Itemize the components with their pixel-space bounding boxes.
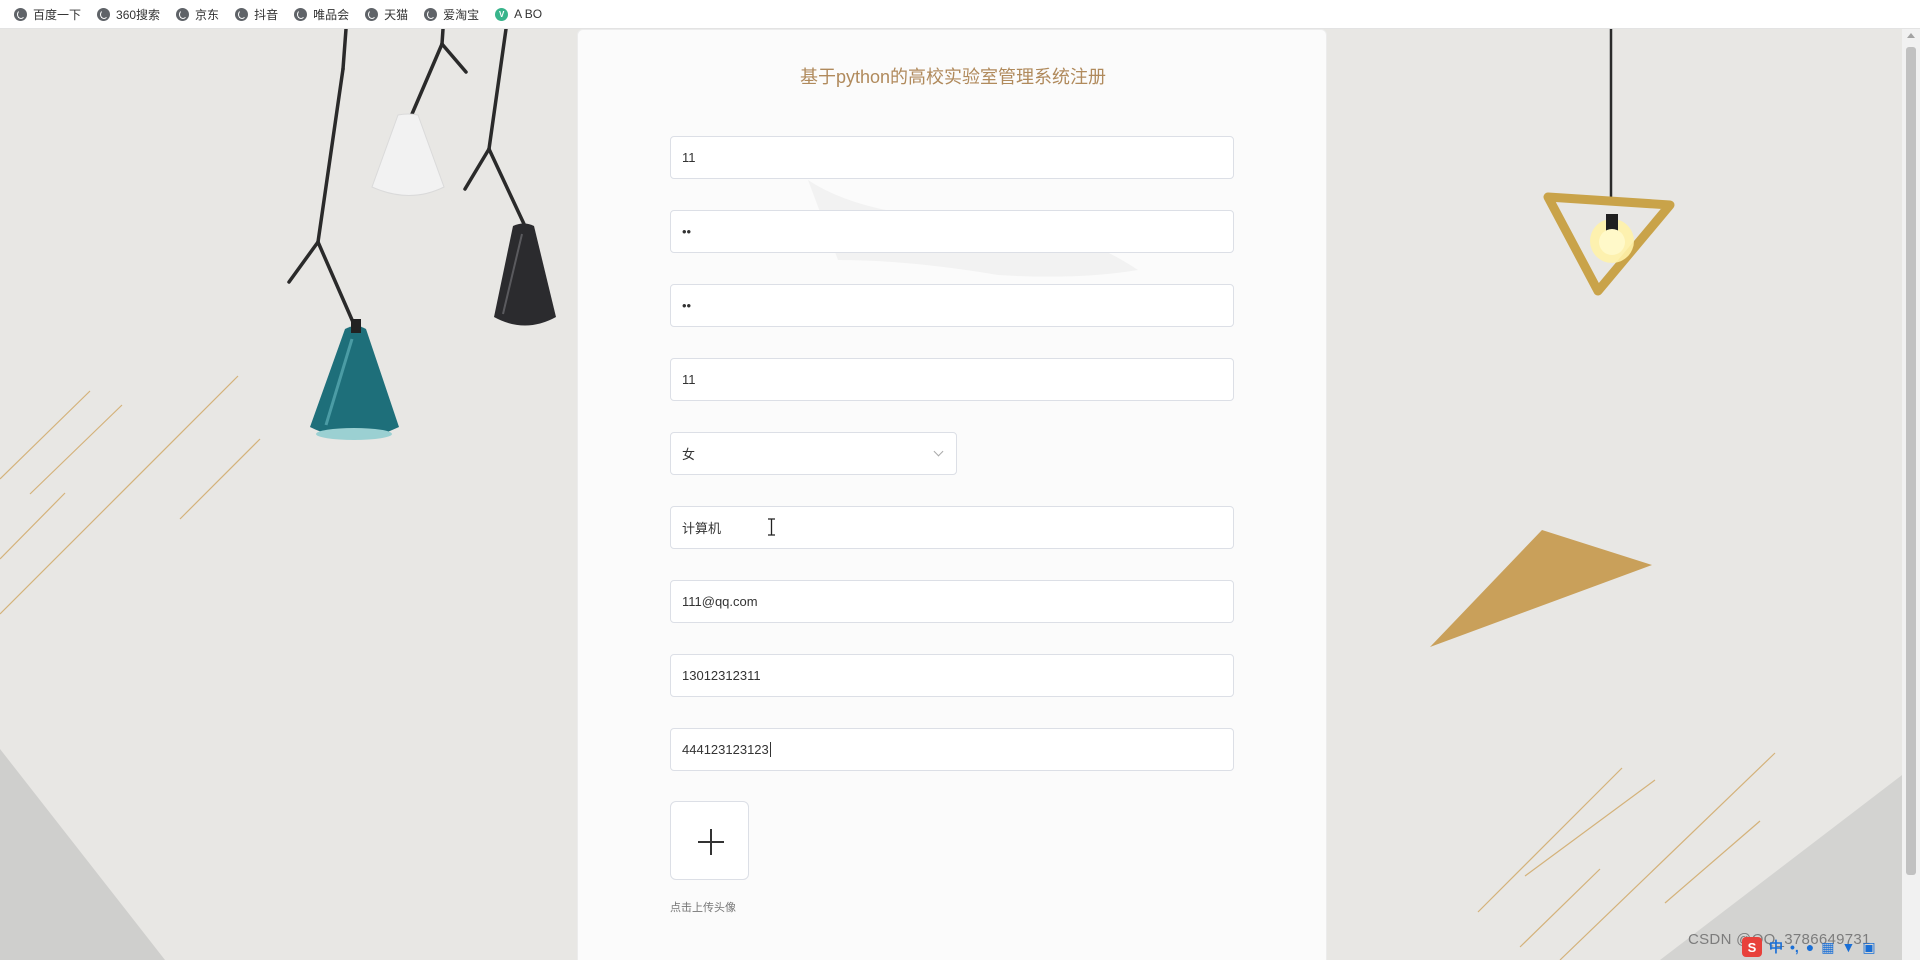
keyboard-icon[interactable]: ▦ <box>1821 939 1834 956</box>
bookmark-label: 360搜索 <box>116 7 161 22</box>
globe-icon <box>14 7 27 21</box>
account-value: 11 <box>682 150 696 165</box>
id-number-value: 444123123123 <box>682 742 769 757</box>
page-title: 基于python的高校实验室管理系统注册 <box>799 67 1107 87</box>
major-input[interactable]: 计算机 <box>670 506 1234 549</box>
bookmark-label: 京东 <box>195 7 220 22</box>
email-value: 111@qq.com <box>682 594 758 609</box>
scrollbar-thumb[interactable] <box>1906 47 1916 875</box>
bookmark-tmall[interactable]: 天猫 <box>365 6 408 23</box>
gender-value: 女 <box>682 447 696 462</box>
phone-input[interactable]: 13012312311 <box>670 654 1234 697</box>
globe-icon <box>176 7 190 21</box>
teal-lamp <box>310 326 399 438</box>
globe-icon <box>424 7 438 21</box>
shirt-icon[interactable]: ▼ <box>1842 939 1856 955</box>
id-number-input[interactable]: 444123123123 <box>670 728 1234 771</box>
grid-icon[interactable]: ▣ <box>1862 939 1875 956</box>
ime-language-toggle[interactable]: 中 <box>1769 937 1783 957</box>
text-caret <box>769 742 771 757</box>
bookmark-label: 抖音 <box>254 7 279 22</box>
scroll-up-arrow-icon[interactable] <box>1907 33 1915 38</box>
password-input[interactable]: •• <box>670 210 1234 253</box>
v-icon: V <box>495 7 509 21</box>
gold-lines-left <box>0 375 261 615</box>
sogou-logo-icon[interactable]: S <box>1742 937 1762 957</box>
bookmark-label: A BO <box>514 7 543 21</box>
globe-icon <box>294 7 308 21</box>
bookmark-jd[interactable]: 京东 <box>176 6 219 23</box>
gender-select[interactable]: 女 <box>670 432 957 475</box>
name-value: 11 <box>682 372 696 387</box>
register-card: 基于python的高校实验室管理系统注册 11 •• •• 11 女 计算机 1… <box>577 29 1327 960</box>
hanging-lamp-right <box>1543 29 1675 296</box>
grey-triangle-left <box>0 749 165 960</box>
password-value: •• <box>682 224 692 239</box>
confirm-password-input[interactable]: •• <box>670 284 1234 327</box>
globe-icon <box>365 7 379 21</box>
globe-icon <box>235 7 249 21</box>
bookmark-label: 天猫 <box>384 7 409 22</box>
bookmarks-bar: 百度一下 360搜索 京东 抖音 唯品会 天猫 爱淘宝 V A BO <box>0 0 1920 29</box>
upload-hint: 点击上传头像 <box>670 902 736 914</box>
phone-value: 13012312311 <box>682 668 761 683</box>
bookmark-360[interactable]: 360搜索 <box>97 6 160 23</box>
name-input[interactable]: 11 <box>670 358 1234 401</box>
bookmark-baidu[interactable]: 百度一下 <box>14 6 81 23</box>
email-input[interactable]: 111@qq.com <box>670 580 1234 623</box>
ime-punctuation-icon[interactable]: •, <box>1790 939 1799 955</box>
ime-toolbar[interactable]: S 中 •, ● ▦ ▼ ▣ <box>1742 936 1883 958</box>
chevron-down-icon <box>933 446 944 457</box>
microphone-icon[interactable]: ● <box>1806 939 1814 955</box>
bookmark-aitaobao[interactable]: 爱淘宝 <box>424 6 479 23</box>
bookmark-label: 百度一下 <box>33 7 82 22</box>
avatar-upload-button[interactable] <box>670 801 749 880</box>
major-value: 计算机 <box>682 521 722 536</box>
page-scrollbar[interactable] <box>1902 29 1920 960</box>
bookmark-label: 唯品会 <box>313 7 350 22</box>
bookmark-label: 爱淘宝 <box>443 7 480 22</box>
ibeam-cursor-icon <box>768 518 775 536</box>
gold-triangle <box>1430 530 1652 647</box>
bookmark-vip[interactable]: 唯品会 <box>294 6 349 23</box>
hanging-lamps-left <box>287 29 556 440</box>
plus-icon <box>671 802 750 881</box>
confirm-password-value: •• <box>682 298 692 313</box>
bookmark-douyin[interactable]: 抖音 <box>235 6 278 23</box>
bookmark-abo[interactable]: V A BO <box>495 7 542 21</box>
account-input[interactable]: 11 <box>670 136 1234 179</box>
globe-icon <box>97 7 111 21</box>
white-lamp <box>371 113 445 196</box>
